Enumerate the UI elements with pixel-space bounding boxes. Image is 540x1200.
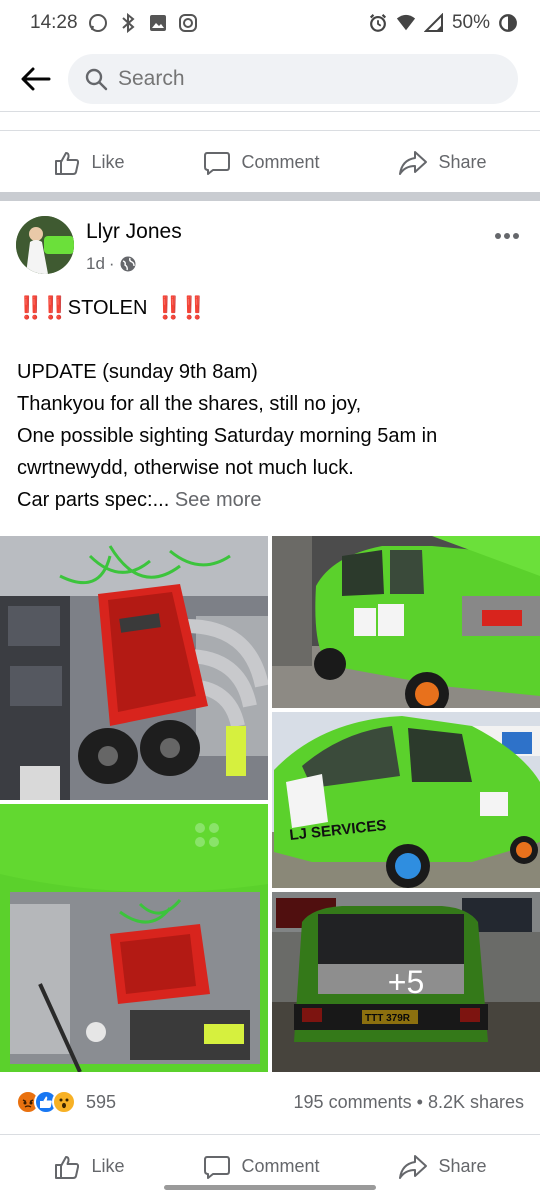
photo-car-side[interactable] [272,536,540,708]
previous-post-action-bar: Like Comment Share [0,130,540,194]
reaction-count[interactable]: 595 [86,1092,116,1113]
photo-car-rear[interactable]: TTT 379R +5 [272,892,540,1072]
reaction-icons[interactable] [16,1090,76,1114]
engagement-counts: 195 comments • 8.2K shares [294,1092,524,1113]
comment-label: Comment [241,1156,320,1176]
search-header [0,46,540,112]
comment-icon [204,151,231,175]
post-header: Llyr Jones 1d · [16,216,524,276]
post-line: cwrtnewydd, otherwise not much luck. [17,457,354,479]
photo-car-livery[interactable]: LJ SERVICES [272,712,540,888]
more-options-button[interactable] [494,220,520,246]
battery-percent: 50% [451,12,490,33]
comment-icon [204,1155,231,1179]
post-time[interactable]: 1d [86,254,105,274]
post-line-prefix: Car parts spec:... [17,489,170,511]
comment-label: Comment [241,152,320,172]
stolen-text: STOLEN [67,297,148,319]
feed-separator [0,192,540,201]
search-icon [85,68,108,90]
shares-count[interactable]: 8.2K shares [428,1092,524,1112]
back-arrow-icon [21,67,51,90]
share-label: Share [438,152,487,172]
more-photos-overlay[interactable]: +5 [272,892,540,1072]
post-body: ‼️‼️ STOLEN ‼️‼️ UPDATE (sunday 9th 8am)… [17,292,527,516]
like-button[interactable]: Like [53,149,125,177]
search-bar[interactable] [68,53,518,104]
whatsapp-icon [88,13,108,33]
comment-button[interactable]: Comment [203,149,319,177]
share-icon [399,150,428,175]
status-bar: 14:28 50% [0,0,540,46]
post-line-last: Car parts spec:... See more [17,484,527,516]
share-button[interactable]: Share [398,149,486,177]
comments-count[interactable]: 195 comments [294,1092,412,1112]
share-icon [399,1154,428,1179]
see-more-link[interactable]: See more [175,489,262,511]
double-exclamation-left: ‼️‼️ [17,295,69,320]
thumbs-up-icon [55,151,80,175]
alarm-icon [368,13,388,33]
like-label: Like [91,152,125,172]
share-button[interactable]: Share [398,1153,486,1181]
double-exclamation-right: ‼️‼️ [155,295,207,320]
search-input[interactable] [118,66,418,91]
reactions-bar: 595 195 comments • 8.2K shares [16,1084,524,1120]
status-time: 14:28 [30,12,78,33]
home-indicator[interactable] [164,1185,376,1190]
photo-engine-closeup[interactable] [0,536,268,800]
bluetooth-icon [118,13,138,33]
author-name[interactable]: Llyr Jones [86,220,182,244]
wifi-icon [396,13,416,33]
post-line: UPDATE (sunday 9th 8am) [17,361,258,383]
back-button[interactable] [16,59,56,99]
comment-button[interactable]: Comment [203,1153,319,1181]
gallery-icon [148,13,168,33]
more-photos-count: +5 [387,963,425,1000]
author-avatar[interactable] [16,216,74,274]
more-options-icon [495,233,519,239]
post-headline: ‼️‼️ STOLEN ‼️‼️ [17,292,527,324]
signal-icon [423,13,444,33]
wow-reaction-icon [52,1090,76,1114]
post-line: Thankyou for all the shares, still no jo… [17,393,362,415]
photo-engine-bay[interactable] [0,804,268,1072]
battery-icon [498,13,518,33]
instagram-icon [178,13,198,33]
globe-icon [120,256,136,272]
thumbs-up-icon [55,1155,80,1179]
like-button[interactable]: Like [53,1153,125,1181]
share-label: Share [438,1156,487,1176]
counts-separator: • [416,1091,423,1112]
photo-grid: LJ SERVICES TTT 379R +5 [0,536,540,1072]
post-line: One possible sighting Saturday morning 5… [17,425,438,447]
post-meta: 1d · [86,254,137,274]
like-label: Like [91,1156,125,1176]
meta-separator: · [108,254,115,273]
